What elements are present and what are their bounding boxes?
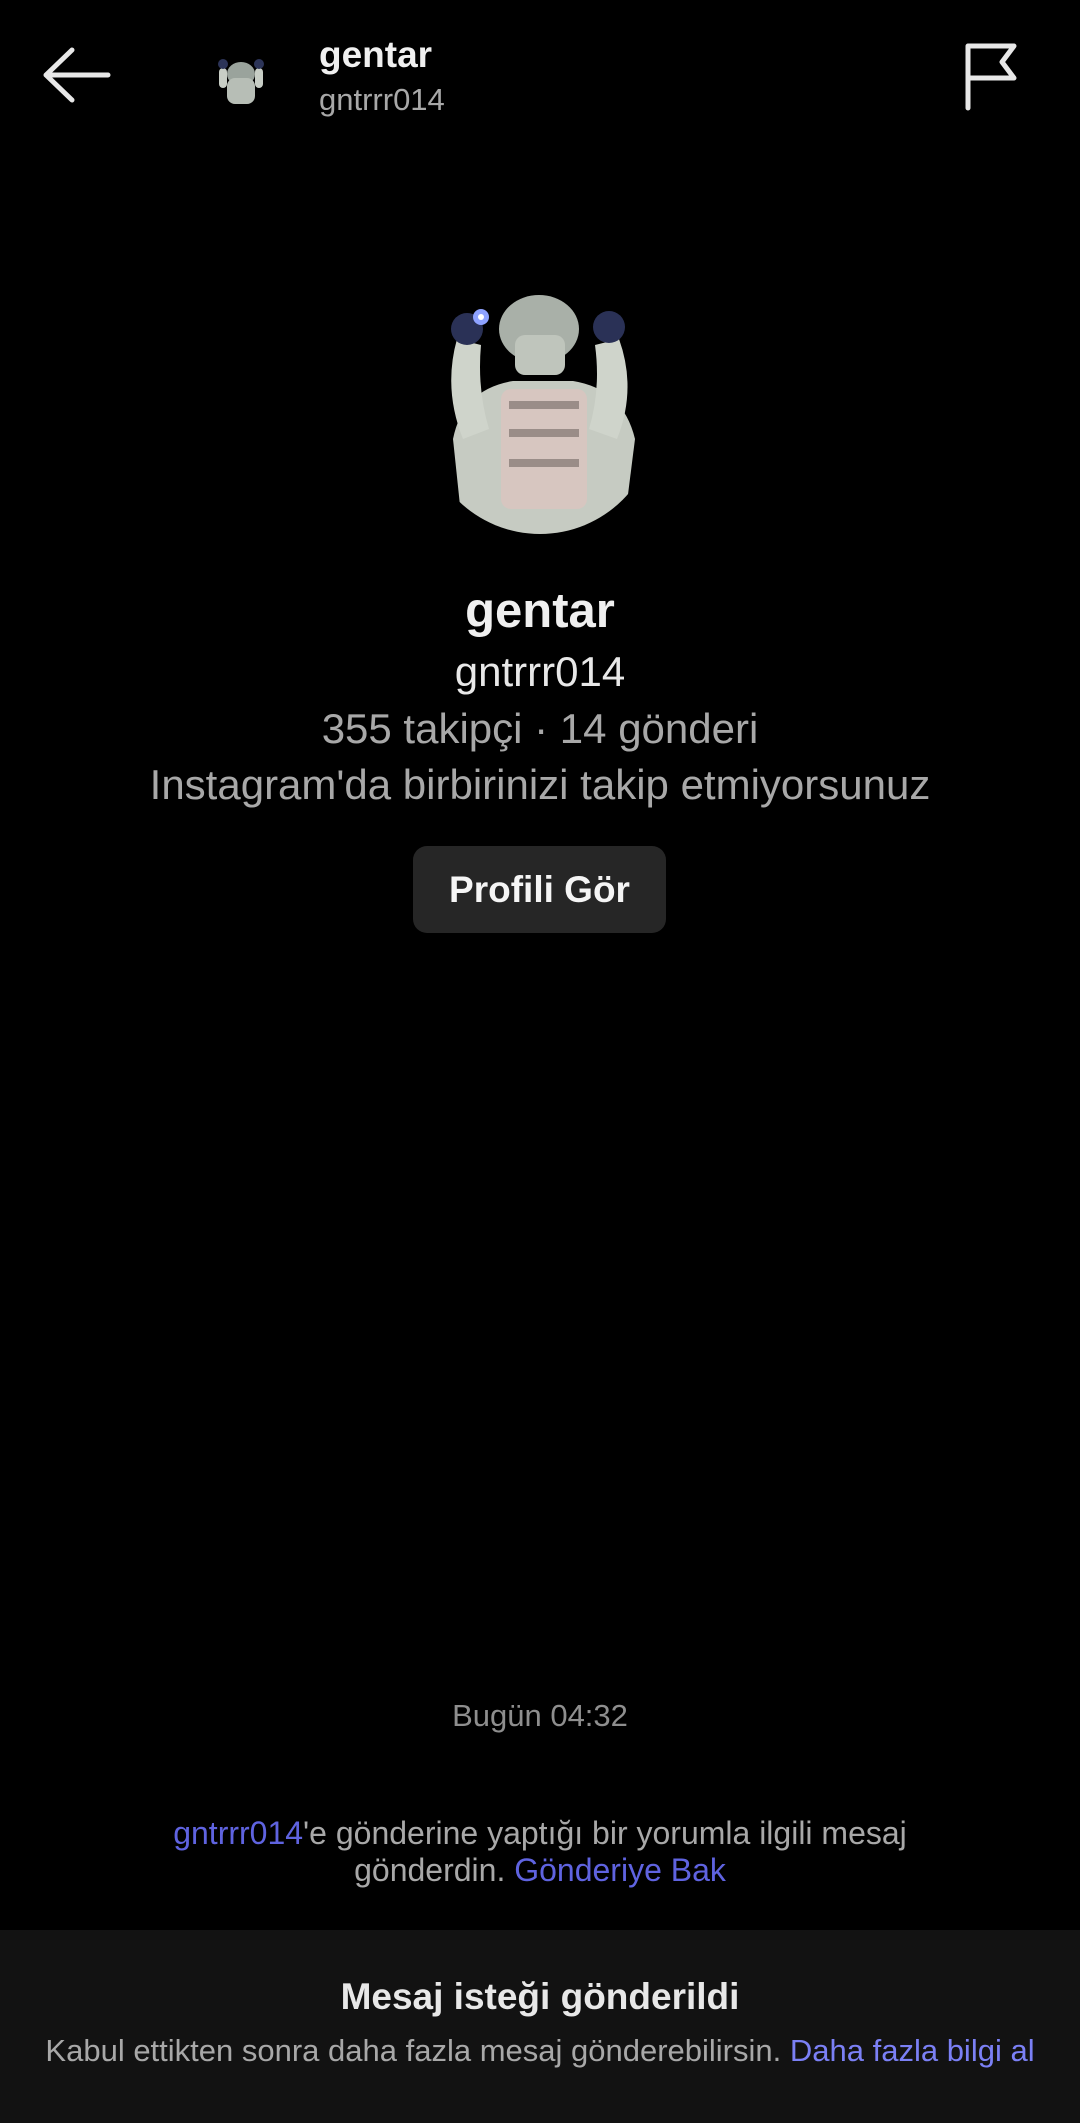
notice-line-2: gönderdin. Gönderiye Bak: [0, 1852, 1080, 1889]
view-profile-button[interactable]: Profili Gör: [413, 846, 666, 933]
header-handle[interactable]: gntrrr014: [319, 82, 445, 118]
notice-line1-text: 'e gönderine yaptığı bir yorumla ilgili …: [303, 1815, 907, 1851]
back-button[interactable]: [38, 40, 118, 110]
profile-handle: gntrrr014: [454, 648, 626, 695]
follow-status: Instagram'da birbirinizi takip etmiyorsu…: [149, 761, 931, 808]
chat-header: gentar gntrrr014: [0, 0, 1080, 150]
avatar-image: [423, 289, 657, 534]
notice-line2-text: gönderdin.: [354, 1852, 506, 1888]
notice-line-1: gntrrr014'e gönderine yaptığı bir yoruml…: [0, 1815, 1080, 1852]
avatar-image: [205, 48, 277, 120]
flag-icon: [965, 43, 1017, 111]
message-timestamp: Bugün 04:32: [452, 1698, 628, 1733]
comment-reply-notice: gntrrr014'e gönderine yaptığı bir yoruml…: [0, 1815, 1080, 1889]
notice-user-link[interactable]: gntrrr014: [173, 1815, 303, 1851]
arrow-left-icon: [43, 47, 111, 103]
header-name[interactable]: gentar: [319, 34, 432, 76]
profile-stats: 355 takipçi · 14 gönderi: [321, 705, 759, 752]
message-request-banner: Mesaj isteği gönderildi Kabul ettikten s…: [0, 1930, 1080, 2123]
report-button[interactable]: [958, 40, 1028, 112]
profile-name: gentar: [465, 584, 615, 638]
view-post-link[interactable]: Gönderiye Bak: [514, 1852, 726, 1888]
learn-more-link[interactable]: Daha fazla bilgi al: [790, 2033, 1035, 2068]
header-avatar[interactable]: [205, 48, 277, 120]
banner-text: Kabul ettikten sonra daha fazla mesaj gö…: [40, 2032, 1040, 2069]
banner-title: Mesaj isteği gönderildi: [340, 1976, 740, 2017]
profile-avatar[interactable]: [423, 289, 657, 534]
banner-description: Kabul ettikten sonra daha fazla mesaj gö…: [45, 2033, 782, 2068]
